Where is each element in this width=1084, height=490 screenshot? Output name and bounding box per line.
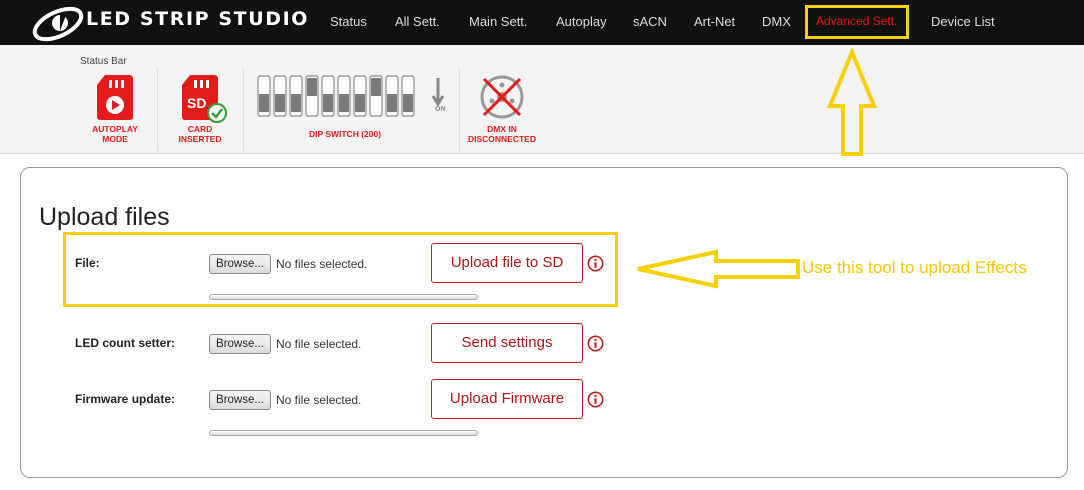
card-line1: CARD [187, 124, 213, 134]
dmx-line1: DMX IN [487, 124, 517, 134]
nav-all-settings[interactable]: All Sett. [395, 14, 440, 29]
status-divider [157, 68, 158, 151]
info-icon[interactable] [587, 391, 604, 408]
panel-title: Upload files [39, 203, 170, 231]
dip-switch-label: DIP SWITCH (200) [308, 129, 382, 139]
status-divider [243, 68, 244, 151]
file-row-highlight-box [63, 232, 618, 307]
dmx-disconnected-icon [480, 75, 524, 119]
autoplay-line1: AUTOPLAY [92, 124, 138, 134]
card-inserted-label: CARD INSERTED [165, 124, 235, 144]
autoplay-mode-label: AUTOPLAY MODE [80, 124, 150, 144]
send-settings-button[interactable]: Send settings [431, 323, 583, 363]
firmware-update-label: Firmware update: [75, 392, 176, 406]
nav-status[interactable]: Status [330, 14, 367, 29]
sd-card-play-icon [97, 75, 133, 120]
dip-on-label: ON [435, 106, 446, 113]
led-count-browse-button[interactable]: Browse... [209, 334, 271, 354]
nav-main-settings[interactable]: Main Sett. [469, 14, 528, 29]
left-arrow-annotation [637, 249, 800, 289]
nav-device-list[interactable]: Device List [931, 14, 995, 29]
annotation-text: Use this tool to upload Effects [802, 258, 1027, 277]
card-line2: INSERTED [178, 134, 222, 144]
top-navbar: LED STRIP STUDIO Status All Sett. Main S… [0, 0, 1084, 45]
firmware-file-status: No file selected. [276, 393, 362, 407]
sd-card-text: SD [187, 95, 207, 111]
dmx-line2: DISCONNECTED [467, 134, 536, 144]
firmware-browse-button[interactable]: Browse... [209, 390, 271, 410]
status-bar [0, 45, 1084, 154]
nav-artnet[interactable]: Art-Net [694, 14, 735, 29]
led-count-file-status: No file selected. [276, 337, 362, 351]
nav-highlight-box [805, 5, 909, 39]
upload-firmware-button[interactable]: Upload Firmware [431, 379, 583, 419]
dmx-in-label: DMX IN DISCONNECTED [462, 124, 542, 144]
logo-text: LED STRIP STUDIO [86, 8, 310, 30]
nav-autoplay[interactable]: Autoplay [556, 14, 607, 29]
dip-switch-icon [257, 75, 445, 117]
firmware-progress-bar [209, 430, 478, 436]
status-bar-caption: Status Bar [80, 56, 127, 67]
nav-sacn[interactable]: sACN [633, 14, 667, 29]
status-divider [459, 68, 460, 151]
autoplay-line2: MODE [102, 134, 128, 144]
info-icon[interactable] [587, 335, 604, 352]
led-count-setter-label: LED count setter: [75, 336, 176, 350]
up-arrow-annotation [827, 48, 877, 156]
nav-dmx[interactable]: DMX [762, 14, 791, 29]
